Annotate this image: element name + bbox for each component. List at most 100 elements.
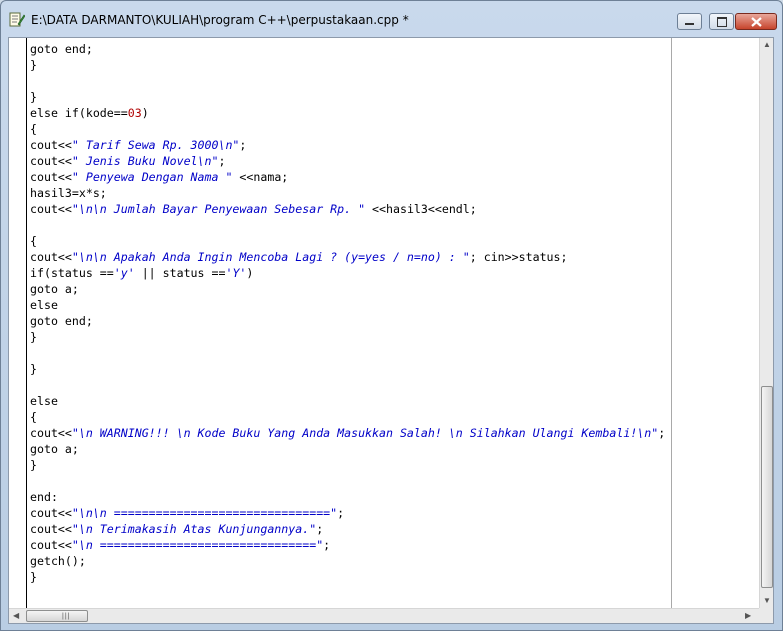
vertical-scrollbar[interactable]: ▲ ▼ (759, 38, 773, 608)
string-literal: "\n\n Jumlah Bayar Penyewaan Sebesar Rp.… (71, 202, 366, 216)
string-literal: " Penyewa Dengan Nama " (71, 170, 233, 184)
window-title: E:\DATA DARMANTO\KULIAH\program C++\perp… (31, 13, 409, 27)
code-token: ; (658, 426, 666, 440)
close-button[interactable] (735, 13, 777, 30)
code-line[interactable] (30, 473, 665, 489)
close-icon (751, 17, 762, 27)
code-line[interactable] (30, 217, 665, 233)
code-line[interactable]: cout<<" Jenis Buku Novel\n"; (30, 153, 665, 169)
code-line[interactable]: cout<<"\n\n Apakah Anda Ingin Mencoba La… (30, 249, 665, 265)
code-token: ; cin>>status; (469, 250, 568, 264)
code-token: } (30, 330, 37, 344)
code-token: goto a; (30, 282, 79, 296)
code-token: goto end; (30, 42, 93, 56)
minimize-icon (685, 23, 694, 25)
code-line[interactable]: cout<<" Tarif Sewa Rp. 3000\n"; (30, 137, 665, 153)
code-line[interactable]: { (30, 409, 665, 425)
code-token: end: (30, 490, 58, 504)
code-token: ; (323, 538, 331, 552)
scroll-down-arrow-icon[interactable]: ▼ (763, 596, 771, 605)
scroll-up-arrow-icon[interactable]: ▲ (763, 40, 771, 49)
code-token: <<hasil3<<endl; (365, 202, 477, 216)
code-line[interactable]: if(status =='y' || status =='Y') (30, 265, 665, 281)
string-literal: 'Y' (225, 266, 247, 280)
code-line[interactable]: goto a; (30, 281, 665, 297)
string-literal: " Jenis Buku Novel\n" (71, 154, 219, 168)
code-text[interactable]: goto end;}} else if(kode==03){cout<<" Tar… (30, 41, 665, 585)
scroll-right-arrow-icon[interactable]: ▶ (745, 611, 751, 620)
number-literal: 03 (127, 106, 142, 120)
code-token: cout<< (30, 138, 72, 152)
code-line[interactable]: cout<<"\n\n ============================… (30, 505, 665, 521)
code-line[interactable]: cout<<"\n WARNING!!! \n Kode Buku Yang A… (30, 425, 665, 441)
document-edit-icon (9, 12, 25, 27)
code-line[interactable]: } (30, 57, 665, 73)
code-token: } (30, 458, 37, 472)
code-token: ) (141, 106, 149, 120)
code-token: hasil3=x*s; (30, 186, 107, 200)
code-token: cout<< (30, 202, 72, 216)
code-line[interactable]: { (30, 121, 665, 137)
code-token: ; (316, 522, 324, 536)
code-line[interactable]: } (30, 361, 665, 377)
code-line[interactable]: else (30, 393, 665, 409)
code-line[interactable]: } (30, 329, 665, 345)
code-token: cout<< (30, 170, 72, 184)
code-line[interactable]: { (30, 233, 665, 249)
code-token: || status == (134, 266, 226, 280)
right-margin-guide (671, 38, 672, 608)
code-line[interactable]: getch(); (30, 553, 665, 569)
code-token: cout<< (30, 426, 72, 440)
code-line[interactable]: hasil3=x*s; (30, 185, 665, 201)
horizontal-scrollbar[interactable]: ◀ ||| ▶ (9, 608, 759, 623)
scrollbar-corner (759, 608, 773, 623)
scroll-left-arrow-icon[interactable]: ◀ (13, 611, 19, 620)
code-token: { (30, 122, 37, 136)
code-token: ; (337, 506, 345, 520)
scroll-grip-icon: ||| (62, 613, 71, 620)
code-token: cout<< (30, 522, 72, 536)
code-line[interactable]: goto end; (30, 313, 665, 329)
vertical-scroll-thumb[interactable] (761, 386, 773, 588)
text-cursor-line (26, 38, 27, 608)
code-line[interactable] (30, 377, 665, 393)
maximize-button[interactable] (709, 13, 734, 30)
code-token: cout<< (30, 250, 72, 264)
code-token: else if(kode== (30, 106, 128, 120)
code-editor[interactable]: goto end;}} else if(kode==03){cout<<" Tar… (8, 37, 774, 624)
code-token: <<nama; (232, 170, 289, 184)
code-token: } (30, 58, 37, 72)
code-line[interactable]: goto a; (30, 441, 665, 457)
code-line[interactable] (30, 345, 665, 361)
code-token: } (30, 362, 37, 376)
code-token: ; (239, 138, 247, 152)
string-literal: 'y' (113, 266, 135, 280)
code-token: } (30, 570, 37, 584)
code-line[interactable] (30, 73, 665, 89)
code-line[interactable]: else (30, 297, 665, 313)
code-line[interactable]: } (30, 457, 665, 473)
code-line[interactable]: cout<<"\n\n Jumlah Bayar Penyewaan Sebes… (30, 201, 665, 217)
code-line[interactable]: end: (30, 489, 665, 505)
horizontal-scroll-thumb[interactable]: ||| (26, 610, 88, 622)
code-token: else (30, 298, 58, 312)
code-token: cout<< (30, 506, 72, 520)
code-token: cout<< (30, 538, 72, 552)
code-line[interactable]: } (30, 89, 665, 105)
editor-window: E:\DATA DARMANTO\KULIAH\program C++\perp… (0, 0, 783, 631)
string-literal: " Tarif Sewa Rp. 3000\n" (71, 138, 240, 152)
code-token: goto a; (30, 442, 79, 456)
code-token: getch(); (30, 554, 86, 568)
code-line[interactable]: else if(kode==03) (30, 105, 665, 121)
title-bar[interactable]: E:\DATA DARMANTO\KULIAH\program C++\perp… (1, 1, 782, 37)
string-literal: "\n\n Apakah Anda Ingin Mencoba Lagi ? (… (71, 250, 470, 264)
code-token: ) (246, 266, 254, 280)
code-token: else (30, 394, 58, 408)
maximize-icon (717, 17, 727, 27)
code-line[interactable]: } (30, 569, 665, 585)
code-line[interactable]: cout<<" Penyewa Dengan Nama " <<nama; (30, 169, 665, 185)
code-line[interactable]: goto end; (30, 41, 665, 57)
minimize-button[interactable] (677, 13, 702, 30)
code-line[interactable]: cout<<"\n Terimakasih Atas Kunjungannya.… (30, 521, 665, 537)
code-line[interactable]: cout<<"\n ==============================… (30, 537, 665, 553)
